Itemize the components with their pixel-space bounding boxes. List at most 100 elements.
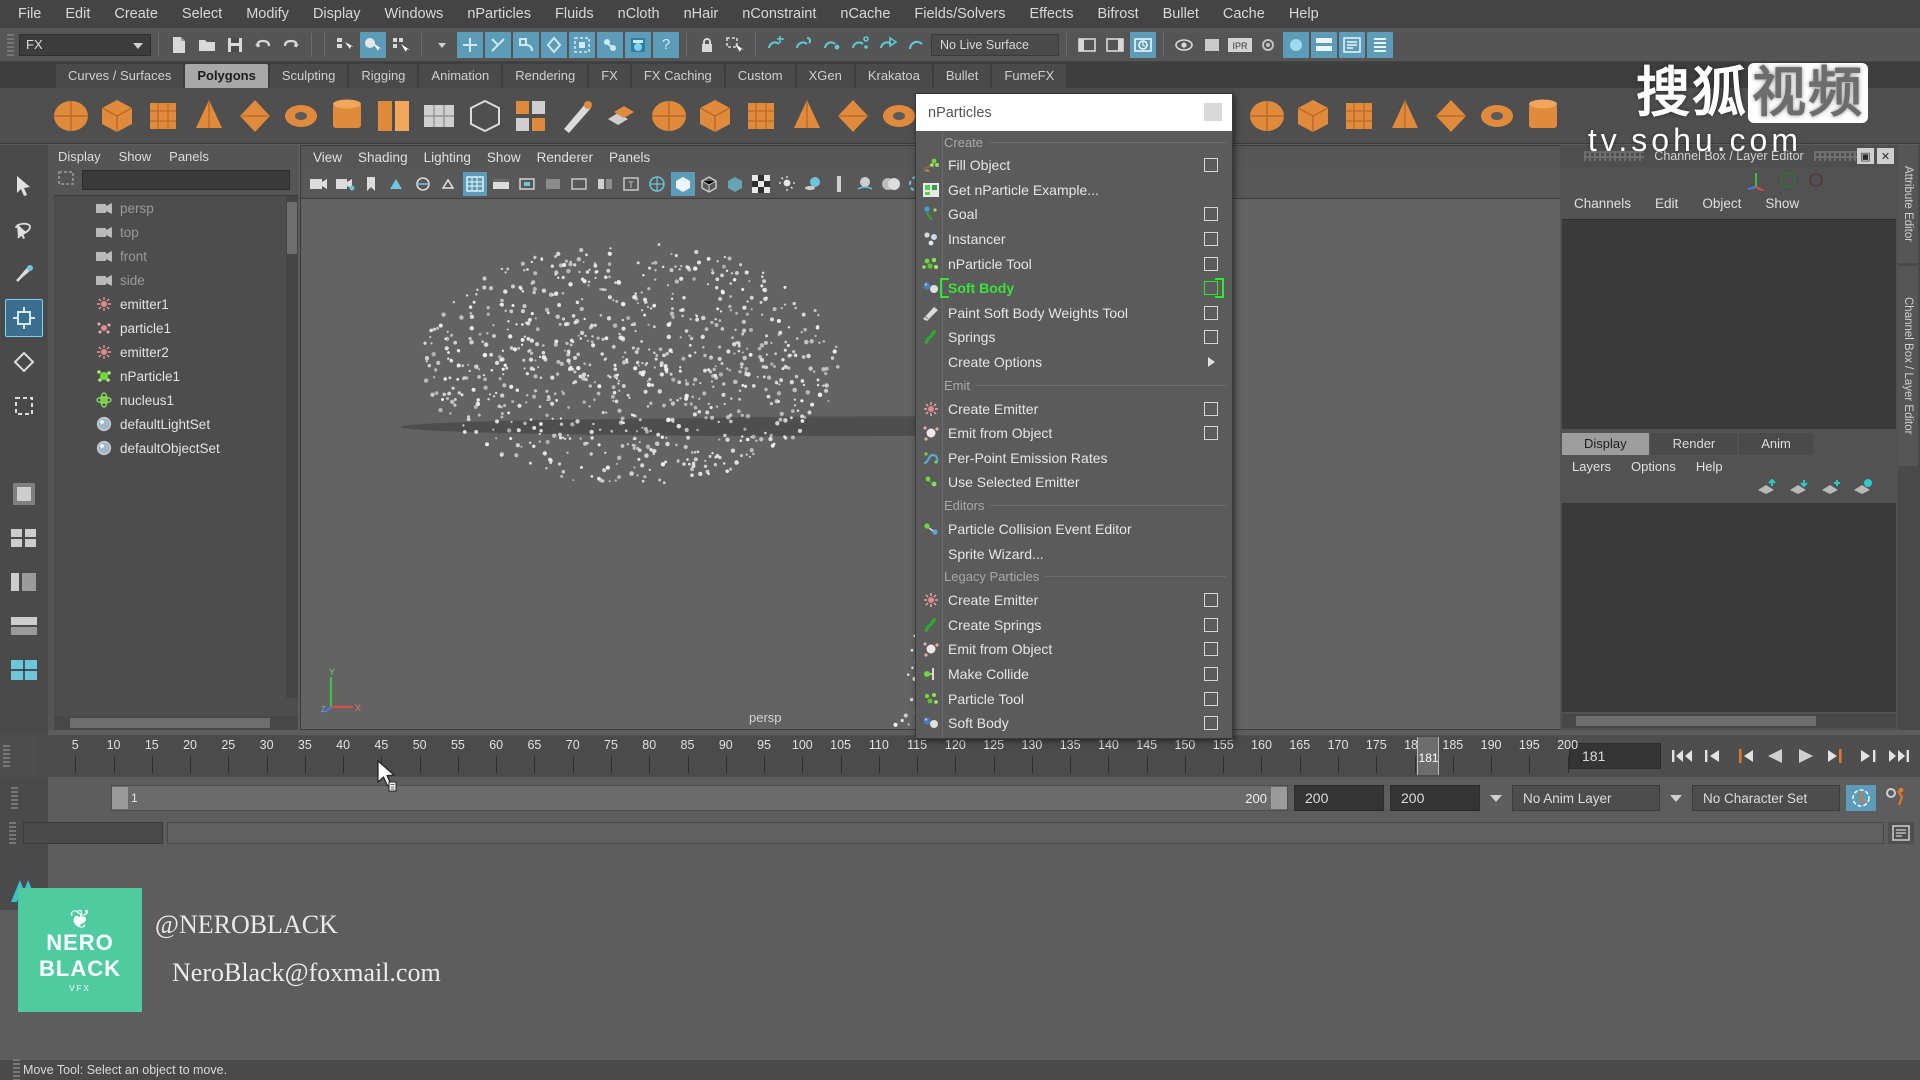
option-box-checkbox[interactable] xyxy=(1204,330,1218,345)
playback-end-field[interactable]: 200 xyxy=(1294,785,1384,811)
outliner-search-input[interactable] xyxy=(82,170,290,190)
construction-history-icon[interactable] xyxy=(625,31,651,58)
viewport-layout-four-icon[interactable] xyxy=(5,519,43,557)
shelf-tab-curves-surfaces[interactable]: Curves / Surfaces xyxy=(56,64,184,88)
poly-helix-icon[interactable] xyxy=(464,95,506,137)
menu-item-instancer[interactable]: Instancer xyxy=(916,227,1232,252)
redo-icon[interactable] xyxy=(278,32,304,58)
tab-attribute-editor[interactable]: Attribute Editor xyxy=(1898,145,1918,263)
create-layer-from-selected-icon[interactable] xyxy=(1852,478,1874,501)
range-slider-grip[interactable] xyxy=(11,787,18,809)
layer-menu-help[interactable]: Help xyxy=(1696,459,1723,474)
render-region-icon[interactable] xyxy=(1199,32,1225,58)
menu-help[interactable]: Help xyxy=(1277,3,1331,25)
gamma-icon[interactable] xyxy=(567,172,591,196)
show-hide-timeline-icon[interactable] xyxy=(1130,31,1156,58)
menu-set-selector[interactable]: FX xyxy=(19,33,151,56)
menu-item-create-emitter[interactable]: Create Emitter xyxy=(916,588,1232,613)
outliner-horizontal-scrollbar[interactable] xyxy=(54,716,298,730)
channel-box-menu-object[interactable]: Object xyxy=(1702,196,1741,211)
combine-icon[interactable] xyxy=(648,95,690,137)
select-component-icon[interactable] xyxy=(388,32,414,58)
snap-point-icon[interactable] xyxy=(513,31,539,58)
snap-to-points-icon[interactable] xyxy=(819,32,845,58)
poly-pyramid-icon[interactable] xyxy=(326,95,368,137)
command-line-grip[interactable] xyxy=(9,822,16,844)
save-scene-icon[interactable] xyxy=(222,32,248,58)
current-frame-field[interactable]: 181 xyxy=(1569,743,1661,769)
transfer-attributes-icon[interactable] xyxy=(1476,95,1518,137)
layer-tab-render[interactable]: Render xyxy=(1650,433,1738,455)
mirror-icon[interactable] xyxy=(740,95,782,137)
range-slider[interactable]: 1 200 xyxy=(111,785,1288,811)
outliner-item-defaultobjectset[interactable]: defaultObjectSet xyxy=(54,436,298,460)
animation-end-field[interactable]: 200 xyxy=(1390,785,1480,811)
exposure-icon[interactable] xyxy=(541,172,565,196)
isolate-select-icon[interactable] xyxy=(593,172,617,196)
lasso-tool-icon[interactable] xyxy=(5,211,43,249)
select-hierarchy-icon[interactable] xyxy=(332,32,358,58)
snap-grid-icon[interactable] xyxy=(457,31,483,58)
two-d-pan-zoom-icon[interactable] xyxy=(515,172,539,196)
menu-edit[interactable]: Edit xyxy=(53,3,102,25)
current-time-indicator[interactable]: 181 xyxy=(1416,737,1439,775)
menu-item-create-options[interactable]: Create Options xyxy=(916,350,1232,375)
move-tool-icon[interactable] xyxy=(5,299,43,337)
shelf-tab-xgen[interactable]: XGen xyxy=(796,64,854,88)
select-object-icon[interactable] xyxy=(360,31,386,58)
render-current-frame-icon[interactable] xyxy=(1171,32,1197,58)
scrollbar-thumb[interactable] xyxy=(70,718,270,728)
poly-cone-icon[interactable] xyxy=(188,95,230,137)
show-hide-editor-left-icon[interactable] xyxy=(1074,32,1100,58)
poly-sphere-icon[interactable] xyxy=(50,95,92,137)
open-scene-icon[interactable] xyxy=(194,32,220,58)
select-tool-icon[interactable] xyxy=(5,167,43,205)
option-box-checkbox[interactable] xyxy=(1204,716,1218,731)
option-box-checkbox[interactable] xyxy=(1204,642,1218,657)
create-new-layer-icon[interactable] xyxy=(1820,478,1842,501)
option-box-checkbox[interactable] xyxy=(1204,691,1218,706)
display-layer-list[interactable] xyxy=(1562,503,1896,712)
image-plane-icon[interactable] xyxy=(385,172,409,196)
layer-list-horizontal-scrollbar[interactable] xyxy=(1562,714,1896,728)
bevel-icon[interactable] xyxy=(878,95,920,137)
channel-box-menu-edit[interactable]: Edit xyxy=(1655,196,1678,211)
poly-gear-icon[interactable] xyxy=(510,95,552,137)
shelf-tab-fx[interactable]: FX xyxy=(589,64,630,88)
attribute-list-icon[interactable] xyxy=(1339,31,1365,58)
select-camera-icon[interactable] xyxy=(307,172,331,196)
menu-item-per-point-emission-rates[interactable]: Per-Point Emission Rates xyxy=(916,446,1232,471)
channel-box-menu-channels[interactable]: Channels xyxy=(1574,196,1631,211)
snap-to-view-planes-icon[interactable] xyxy=(875,32,901,58)
script-editor-icon[interactable] xyxy=(1888,822,1914,844)
make-live-surface-icon[interactable] xyxy=(903,32,929,58)
resolution-gate-icon[interactable] xyxy=(437,172,461,196)
bookmark-icon[interactable] xyxy=(359,172,383,196)
anim-layer-selector[interactable]: No Anim Layer xyxy=(1512,785,1660,811)
option-box-checkbox[interactable] xyxy=(1204,207,1218,222)
lock-icon[interactable] xyxy=(694,32,720,58)
textured-icon[interactable] xyxy=(723,172,747,196)
outliner-filter-icon[interactable] xyxy=(56,169,76,192)
step-forward-frame-icon[interactable] xyxy=(1826,745,1848,767)
shelf-tab-krakatoa[interactable]: Krakatoa xyxy=(855,64,932,88)
option-box-checkbox[interactable] xyxy=(1204,232,1218,247)
menu-modify[interactable]: Modify xyxy=(234,3,301,25)
option-box-checkbox[interactable] xyxy=(1204,593,1218,608)
shelf-tab-rigging[interactable]: Rigging xyxy=(349,64,418,88)
menu-item-soft-body[interactable]: Soft Body xyxy=(916,276,1232,301)
undock-panel-icon[interactable]: ▣ xyxy=(1857,148,1874,164)
menu-item-goal[interactable]: Goal xyxy=(916,202,1232,227)
menu-item-particle-collision-event-editor[interactable]: Particle Collision Event Editor xyxy=(916,517,1232,542)
menu-windows[interactable]: Windows xyxy=(372,3,455,25)
time-slider[interactable]: 5 10 15 20 25 30 35 40 45 50 55 60 65 70 75 80 85 90 95 100… xyxy=(37,736,1578,776)
snap-to-planes-icon[interactable] xyxy=(847,32,873,58)
outliner-menu-show[interactable]: Show xyxy=(119,149,152,164)
outliner-menu-panels[interactable]: Panels xyxy=(169,149,209,164)
time-slider-grip[interactable] xyxy=(3,745,10,767)
viewport-layout-persp-outliner-icon[interactable] xyxy=(5,563,43,601)
channel-box-attribute-list[interactable] xyxy=(1562,219,1896,429)
menu-file[interactable]: File xyxy=(6,3,53,25)
outliner-item-side[interactable]: side xyxy=(54,268,298,292)
menu-item-get-nparticle-example[interactable]: Get nParticle Example... xyxy=(916,178,1232,203)
